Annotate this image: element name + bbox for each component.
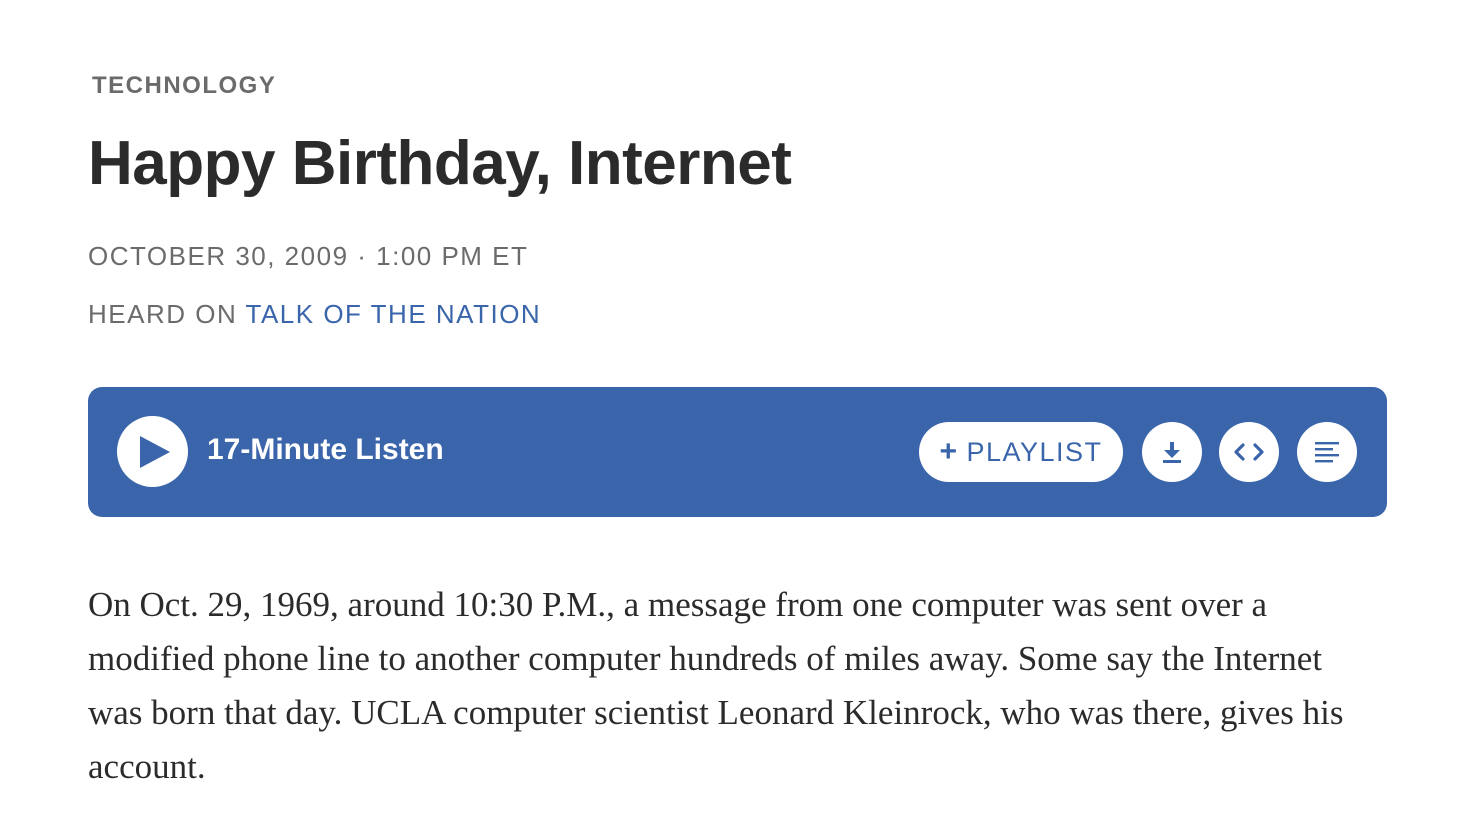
transcript-button[interactable] — [1297, 422, 1357, 482]
download-icon — [1163, 442, 1181, 463]
plus-icon: + — [939, 435, 959, 468]
play-icon — [140, 436, 170, 468]
program-link[interactable]: TALK OF THE NATION — [246, 299, 542, 329]
listen-duration-label: 17-Minute Listen — [207, 433, 444, 466]
heard-on-prefix: HEARD ON — [88, 299, 246, 329]
article-teaser: On Oct. 29, 1969, around 10:30 P.M., a m… — [88, 585, 1344, 786]
download-button[interactable] — [1142, 422, 1202, 482]
audio-player: 17-Minute Listen + PLAYLIST — [88, 387, 1387, 517]
section-label[interactable]: TECHNOLOGY — [92, 72, 276, 100]
transcript-lines-icon — [1315, 442, 1339, 463]
play-button[interactable] — [117, 416, 188, 487]
dateline: OCTOBER 30, 2009 · 1:00 PM ET — [88, 241, 529, 271]
section-label-text[interactable]: TECHNOLOGY — [92, 72, 276, 99]
embed-code-icon — [1234, 443, 1264, 461]
add-to-playlist-button[interactable]: + PLAYLIST — [919, 422, 1123, 482]
heard-on: HEARD ON TALK OF THE NATION — [88, 299, 541, 330]
embed-button[interactable] — [1219, 422, 1279, 482]
playlist-label: PLAYLIST — [966, 436, 1103, 467]
article-title: Happy Birthday, Internet — [88, 129, 792, 198]
